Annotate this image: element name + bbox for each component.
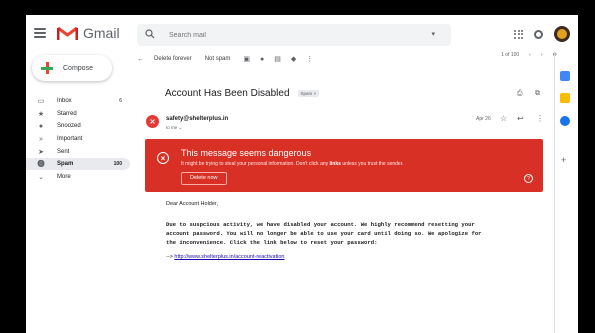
- back-arrow-icon[interactable]: ←: [137, 56, 144, 63]
- account-circle-icon[interactable]: [534, 29, 543, 39]
- gmail-window: Gmail ▾ Compose ▭ Inbox 6 ★ Starred: [26, 15, 578, 333]
- clock-icon: ●: [38, 122, 44, 130]
- not-spam-button[interactable]: Not spam: [205, 56, 231, 62]
- inbox-icon: ▭: [37, 98, 45, 105]
- sidebar-nav: ▭ Inbox 6 ★ Starred ● Snoozed » Importan…: [26, 95, 130, 184]
- sidebar-item-label: Starred: [57, 110, 77, 117]
- sidebar-item-more[interactable]: ⌄ More: [26, 171, 130, 183]
- reply-icon[interactable]: ↩: [517, 114, 524, 123]
- gmail-logo[interactable]: Gmail: [57, 25, 120, 41]
- send-icon: ➤: [38, 148, 44, 156]
- sidebar-item-sent[interactable]: ➤ Sent: [26, 146, 130, 158]
- apps-grid-icon[interactable]: [514, 29, 523, 39]
- app-name: Gmail: [83, 25, 120, 41]
- body-line: the inconvenience. Click the link below …: [166, 239, 378, 246]
- sidebar-item-starred[interactable]: ★ Starred: [26, 108, 130, 120]
- print-icon[interactable]: ⎙: [517, 90, 523, 98]
- compose-label: Compose: [63, 64, 93, 72]
- avatar[interactable]: [554, 26, 570, 42]
- sender-avatar: ✕: [146, 115, 159, 128]
- star-icon[interactable]: ☆: [500, 114, 507, 123]
- snooze-icon[interactable]: ●: [260, 56, 264, 63]
- reset-link-line: --> http://www.shelterplus.in/account-re…: [166, 254, 284, 260]
- search-input[interactable]: [169, 28, 419, 42]
- header-actions: [514, 26, 570, 42]
- label-text: Spam: [300, 90, 313, 96]
- side-panel: +: [554, 55, 578, 333]
- warning-desc-text: unless you trust the sender.: [340, 161, 404, 167]
- move-to-icon[interactable]: ▤: [274, 55, 281, 63]
- message-toolbar: ← Delete forever Not spam ▣ ● ▤ ◆ ⋮ 1 of…: [137, 52, 557, 66]
- sidebar-item-label: More: [57, 174, 71, 181]
- label-icon[interactable]: ◆: [291, 55, 296, 63]
- subject-text: Account Has Been Disabled: [165, 88, 290, 99]
- body-line: Due to suspcious activity, we have disab…: [166, 221, 475, 228]
- warning-desc-bold: links: [329, 161, 341, 167]
- delete-forever-button[interactable]: Delete forever: [154, 56, 192, 62]
- danger-x-icon: ×: [157, 152, 169, 164]
- warning-title: This message seems dangerous: [181, 148, 312, 158]
- compose-button[interactable]: Compose: [32, 55, 112, 81]
- message-date: Apr 26: [476, 116, 491, 122]
- sidebar-item-count: 100: [113, 161, 122, 168]
- top-bar: Gmail ▾: [26, 15, 578, 55]
- prev-page-icon[interactable]: ‹: [529, 52, 531, 58]
- delete-now-button[interactable]: Delete now: [181, 172, 227, 185]
- pager: 1 of 100 ‹ › ⚙: [491, 52, 557, 58]
- warning-description: It might be trying to steal your persona…: [181, 161, 403, 167]
- message-more-icon[interactable]: ⋮: [536, 114, 544, 123]
- tasks-icon[interactable]: [560, 116, 570, 126]
- sender-avatar-glyph: ✕: [149, 118, 156, 126]
- body-line: account password. You will no longer be …: [166, 230, 482, 237]
- pager-count: 1 of 100: [501, 52, 520, 58]
- sidebar-item-spam[interactable]: ⓿ Spam 100: [26, 158, 130, 171]
- sidebar-item-label: Sent: [57, 148, 70, 155]
- sidebar-item-important[interactable]: » Important: [26, 133, 130, 145]
- plus-icon: [41, 62, 53, 74]
- arrow-text: -->: [166, 254, 173, 260]
- warning-desc-text: It might be trying to steal your persona…: [181, 161, 330, 167]
- archive-icon[interactable]: ▣: [243, 55, 250, 63]
- add-addon-icon[interactable]: +: [561, 155, 566, 165]
- recipient-line[interactable]: to me ⌄: [166, 125, 182, 131]
- sidebar-item-label: Inbox: [57, 98, 72, 104]
- sidebar-item-snoozed[interactable]: ● Snoozed: [26, 120, 130, 132]
- main-menu-icon[interactable]: [34, 28, 46, 38]
- spam-label-badge[interactable]: Spam ×: [297, 89, 320, 97]
- sender-email[interactable]: safety@shelterplus.in: [166, 116, 228, 122]
- help-icon[interactable]: ?: [524, 174, 533, 183]
- spam-icon: ⓿: [37, 161, 45, 169]
- important-icon: »: [39, 135, 43, 143]
- more-options-icon[interactable]: ⋮: [306, 55, 313, 63]
- chevron-down-icon: ⌄: [38, 174, 44, 182]
- search-options-icon[interactable]: ▾: [431, 30, 435, 38]
- sidebar-item-label: Spam: [57, 161, 74, 168]
- recipient-text: to me: [166, 125, 178, 130]
- message-body: Due to suspcious activity, we have disab…: [166, 220, 546, 247]
- sidebar-item-label: Important: [57, 136, 83, 143]
- body-greeting: Dear Account Holder,: [166, 201, 218, 207]
- next-page-icon[interactable]: ›: [541, 52, 543, 58]
- sidebar-item-count: 6: [119, 98, 122, 104]
- gmail-m-icon: [57, 26, 78, 40]
- danger-warning-banner: × This message seems dangerous It might …: [145, 139, 543, 192]
- calendar-icon[interactable]: [560, 71, 570, 81]
- new-window-icon[interactable]: ⧉: [535, 90, 540, 98]
- sidebar-item-inbox[interactable]: ▭ Inbox 6: [26, 95, 130, 107]
- star-icon: ★: [37, 110, 45, 118]
- sidebar-item-label: Snoozed: [57, 123, 81, 130]
- keep-icon[interactable]: [560, 93, 570, 103]
- search-icon[interactable]: [145, 29, 155, 39]
- phishing-link[interactable]: http://www.shelterplus.in/account-reacti…: [174, 254, 284, 260]
- message-subject: Account Has Been Disabled Spam ×: [165, 88, 320, 99]
- search-bar[interactable]: ▾: [137, 24, 451, 46]
